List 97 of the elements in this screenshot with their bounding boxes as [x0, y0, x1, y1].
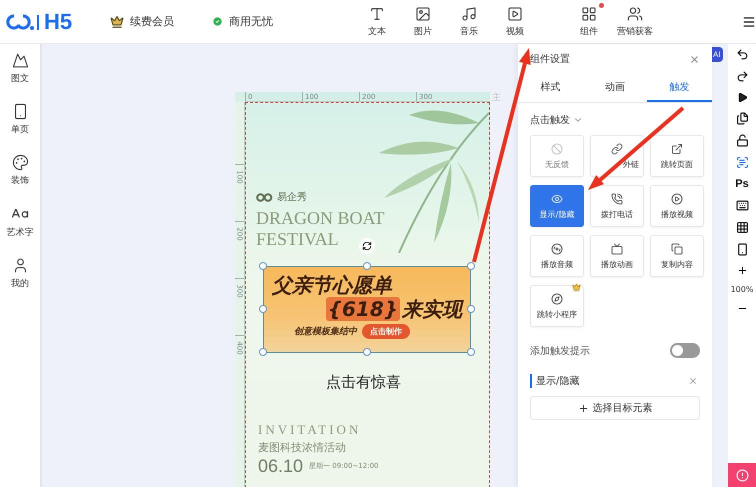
alert-icon: [736, 468, 748, 482]
panel-title: 组件设置: [530, 52, 570, 66]
plus-icon: [578, 402, 588, 414]
hint-toggle[interactable]: [670, 343, 700, 358]
sidebar-item[interactable]: 我的: [11, 257, 29, 290]
banner-cta: 点击制作: [362, 324, 410, 339]
close-icon[interactable]: [688, 376, 698, 386]
sidebar-icon: [12, 52, 28, 69]
zoom-level: 100%: [730, 285, 754, 294]
option-icon: [671, 142, 683, 154]
tool-icon: [461, 6, 477, 22]
resize-handle[interactable]: [467, 348, 475, 356]
promo-banner[interactable]: 父亲节心愿单 {618} 来实现 创意模板集结中 点击制作: [263, 266, 471, 353]
resize-handle[interactable]: [259, 305, 267, 313]
keyboard-icon[interactable]: [736, 199, 748, 212]
banner-number: {618}: [326, 297, 400, 321]
trigger-option[interactable]: 跳转小程序: [530, 285, 584, 327]
ai-badge[interactable]: AI: [712, 47, 723, 62]
trigger-option[interactable]: 播放动画: [590, 235, 644, 277]
select-target-button[interactable]: 选择目标元素: [530, 396, 700, 420]
rotate-handle[interactable]: [359, 238, 375, 254]
resize-handle[interactable]: [363, 262, 371, 270]
tool-icon: [415, 6, 431, 22]
trigger-option[interactable]: 复制内容: [650, 235, 704, 277]
tool-icon: [581, 6, 597, 22]
brand-name: 易企秀: [277, 190, 307, 204]
copy-icon[interactable]: [736, 112, 748, 125]
option-icon: [611, 192, 623, 204]
undo-icon[interactable]: [736, 48, 748, 61]
trigger-option[interactable]: 跳转页面: [650, 135, 704, 177]
tool-icon: [369, 6, 385, 22]
commercial-label: 商用无忧: [229, 14, 273, 29]
sidebar-icon: [12, 154, 28, 171]
option-icon: [611, 142, 623, 154]
grid-icon[interactable]: [736, 221, 748, 234]
resize-handle[interactable]: [259, 348, 267, 356]
tool-icon: [507, 6, 523, 22]
sidebar-item[interactable]: 图文: [11, 52, 29, 85]
option-icon: [551, 292, 563, 304]
resize-handle[interactable]: [467, 305, 475, 313]
toolbar-button[interactable]: 图片: [400, 6, 446, 38]
scan-icon[interactable]: [736, 156, 748, 169]
banner-headline: 父亲节心愿单: [272, 273, 394, 297]
notification-dot: [599, 2, 604, 8]
trigger-option[interactable]: 显示/隐藏: [530, 185, 584, 227]
event-title: 麦图科技浓情活动: [258, 440, 347, 455]
invitation-heading: INVITATION: [258, 422, 362, 438]
trigger-option[interactable]: 外链: [590, 135, 644, 177]
banner-headline: 来实现: [402, 297, 462, 321]
resize-handle[interactable]: [259, 262, 267, 270]
membership-link[interactable]: 续费会员: [130, 14, 174, 29]
resize-handle[interactable]: [467, 262, 475, 270]
option-icon: [671, 242, 683, 254]
festival-title: FESTIVAL: [256, 229, 339, 250]
trigger-option[interactable]: 播放音频: [530, 235, 584, 277]
festival-title: DRAGON BOAT: [256, 208, 385, 229]
menu-icon[interactable]: [742, 14, 756, 28]
check-icon: [212, 16, 223, 27]
option-icon: [551, 192, 563, 204]
trigger-option[interactable]: 播放视频: [650, 185, 704, 227]
unlock-icon[interactable]: [736, 134, 748, 147]
sidebar-item[interactable]: 装饰: [11, 154, 29, 187]
close-icon[interactable]: [689, 54, 700, 64]
panel-tab[interactable]: 样式: [518, 72, 583, 102]
sidebar-item[interactable]: 艺术字: [6, 205, 34, 239]
alert-button[interactable]: [728, 463, 756, 487]
panel-tab[interactable]: 触发: [647, 72, 712, 102]
trigger-dropdown[interactable]: 点击触发: [530, 113, 704, 127]
zoom-in-icon[interactable]: [736, 265, 748, 276]
rotate-icon: [362, 241, 372, 251]
toolbar-button[interactable]: 音乐: [446, 6, 492, 38]
trigger-option[interactable]: 拨打电话: [590, 185, 644, 227]
toolbar-button[interactable]: 文本: [354, 6, 400, 38]
brand-logo-icon: [256, 192, 274, 202]
ps-button[interactable]: Ps: [735, 178, 749, 190]
section-title: 显示/隐藏: [530, 374, 580, 388]
panel-tab[interactable]: 动画: [582, 72, 648, 102]
hint-label: 添加触发提示: [530, 344, 590, 358]
option-icon: [671, 192, 683, 204]
surprise-text: 点击有惊喜: [326, 373, 402, 392]
option-icon: [551, 142, 563, 154]
play-icon[interactable]: [736, 92, 748, 103]
option-icon: [611, 242, 623, 254]
toolbar-button[interactable]: 营销获客: [612, 6, 658, 38]
logo-text: H5: [44, 8, 72, 34]
tool-icon: [627, 6, 643, 22]
logo-icon: [6, 12, 40, 30]
redo-icon[interactable]: [736, 70, 748, 83]
option-icon: [551, 242, 563, 254]
phone-icon[interactable]: [736, 243, 748, 256]
toolbar-button[interactable]: 组件: [566, 6, 612, 38]
resize-handle[interactable]: [363, 348, 371, 356]
banner-tagline: 创意模板集结中: [294, 325, 357, 338]
crown-icon: [110, 14, 124, 28]
event-date: 06.10: [258, 457, 304, 475]
toolbar-button[interactable]: 视频: [492, 6, 538, 38]
sidebar-item[interactable]: 单页: [11, 103, 29, 136]
